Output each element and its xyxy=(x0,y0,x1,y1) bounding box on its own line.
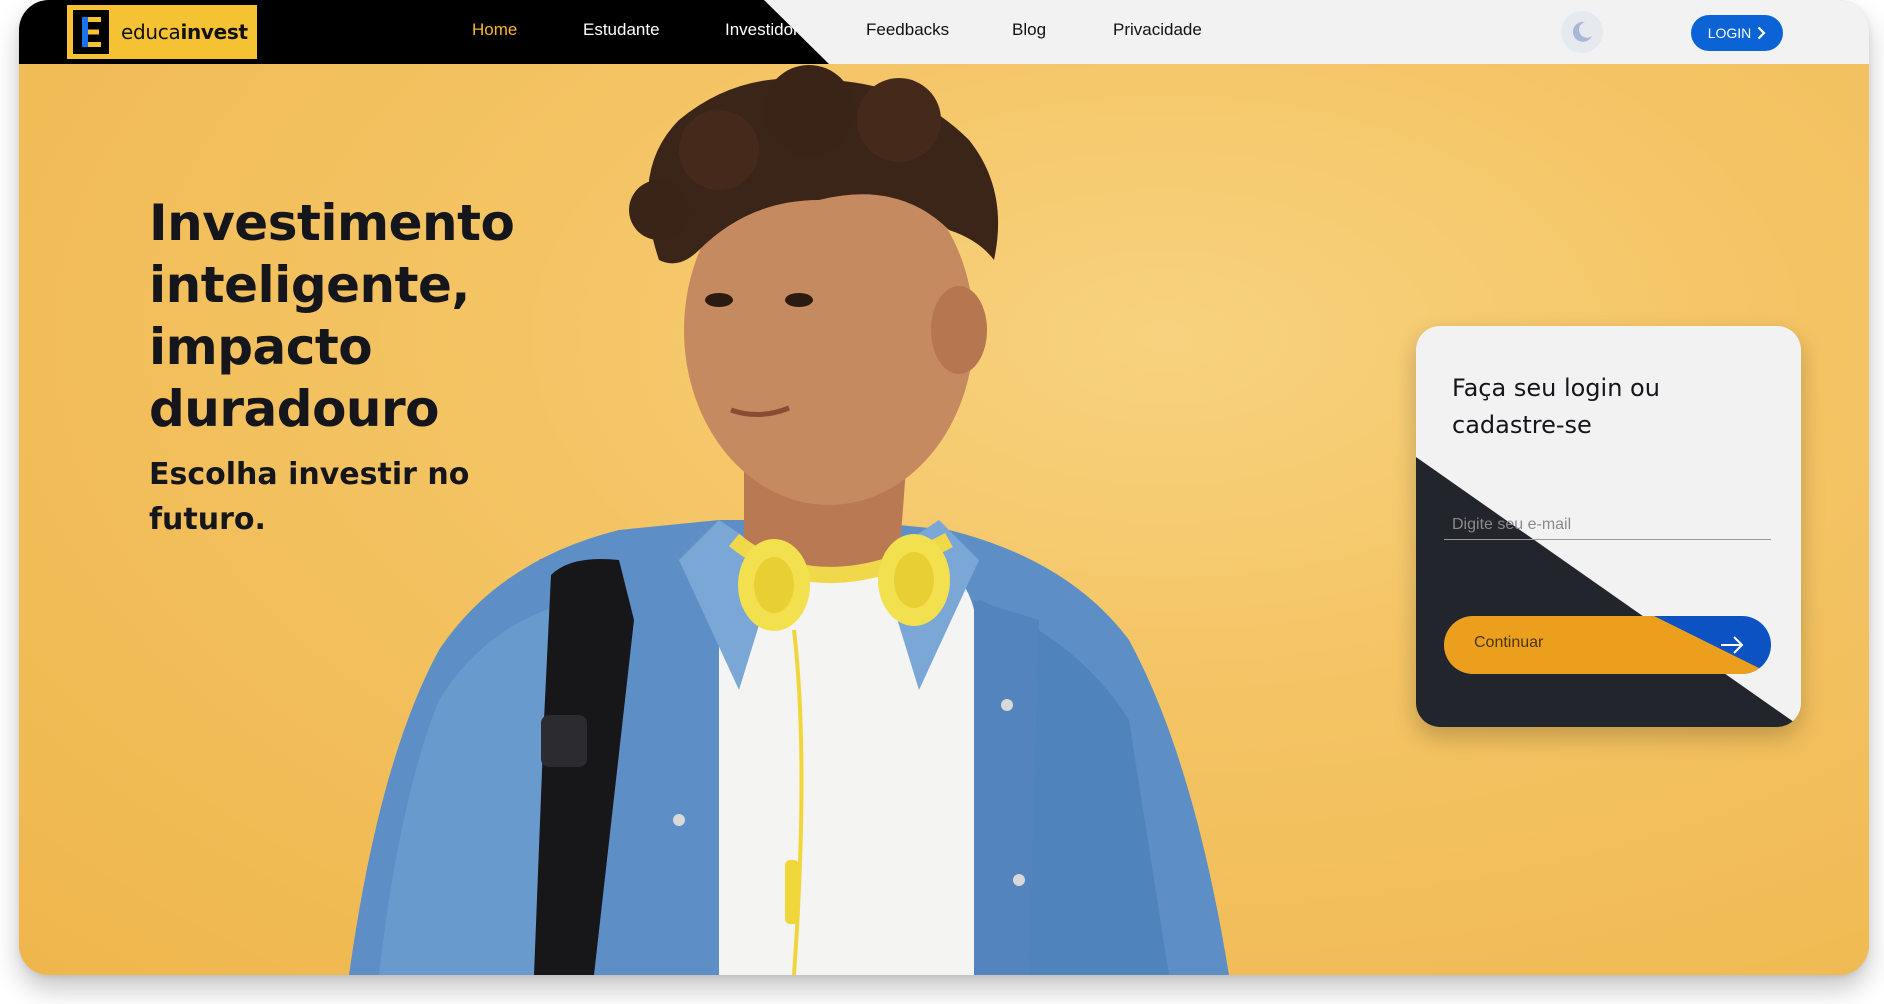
brand-logo[interactable]: educainvest xyxy=(67,5,257,59)
continue-button[interactable]: Continuar xyxy=(1444,616,1771,674)
hero-subline: Escolha investir no futuro. xyxy=(149,457,470,537)
top-navbar: educainvest Home Estudante Investidor Fe… xyxy=(19,0,1869,64)
login-button[interactable]: LOGIN xyxy=(1691,15,1783,51)
chevron-right-icon xyxy=(1758,26,1766,40)
arrow-right-icon xyxy=(1721,636,1744,654)
nav-item-feedbacks[interactable]: Feedbacks xyxy=(866,20,949,40)
logo-letter-icon xyxy=(71,8,111,56)
brand-name-suffix: invest xyxy=(180,20,248,44)
theme-toggle-button[interactable] xyxy=(1561,11,1603,53)
nav-item-home[interactable]: Home xyxy=(472,20,517,40)
email-field[interactable] xyxy=(1444,510,1771,540)
brand-name-prefix: educa xyxy=(121,20,181,44)
login-button-label: LOGIN xyxy=(1707,25,1752,41)
hero-headline: Investimento inteligente, impacto durado… xyxy=(149,194,515,438)
nav-item-privacidade[interactable]: Privacidade xyxy=(1113,20,1202,40)
login-card-title: Faça seu login ou cadastre-se xyxy=(1452,374,1660,439)
nav-item-blog[interactable]: Blog xyxy=(1012,20,1046,40)
login-card: Faça seu login ou cadastre-se Continuar xyxy=(1416,326,1801,727)
nav-item-investidor[interactable]: Investidor xyxy=(725,20,799,40)
app-window: educainvest Home Estudante Investidor Fe… xyxy=(19,0,1869,975)
nav-item-estudante[interactable]: Estudante xyxy=(583,20,660,40)
moon-icon xyxy=(1572,21,1592,42)
continue-button-label: Continuar xyxy=(1474,634,1544,651)
brand-name: educainvest xyxy=(121,20,248,44)
